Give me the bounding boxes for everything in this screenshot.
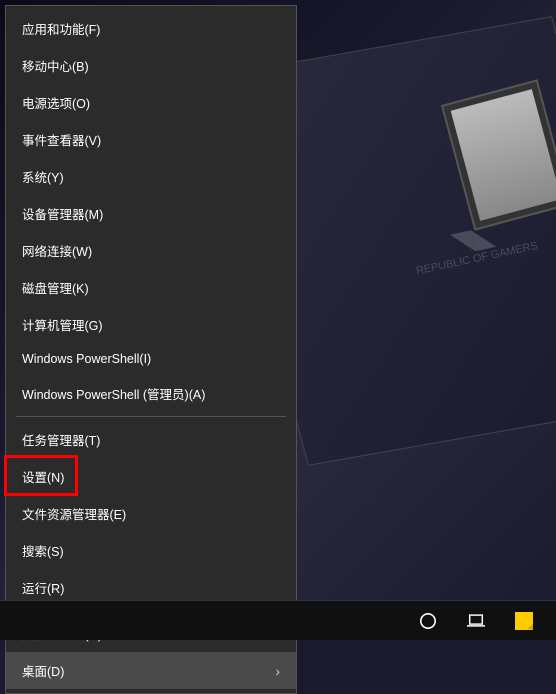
menu-item-label: 运行(R) (22, 578, 64, 597)
menu-item[interactable]: 计算机管理(G) (6, 306, 296, 343)
menu-item[interactable]: Windows PowerShell (管理员)(A) (6, 375, 296, 412)
desktop-photo-frame (441, 79, 556, 230)
menu-item-label: 计算机管理(G) (22, 315, 103, 334)
winx-context-menu: 应用和功能(F) 移动中心(B) 电源选项(O) 事件查看器(V) 系统(Y) 设备管理器… (5, 5, 297, 694)
sticky-notes-icon[interactable] (500, 601, 548, 641)
menu-item[interactable]: 设置(N) (6, 458, 296, 495)
rog-logo: ◥◣ REPUBLIC OF GAMERS (409, 213, 539, 278)
menu-item[interactable]: 任务管理器(T) (6, 421, 296, 458)
desktop-photo (451, 89, 556, 221)
menu-item-label: 文件资源管理器(E) (22, 504, 126, 523)
taskview-icon[interactable] (452, 601, 500, 641)
menu-item-label: 桌面(D) (22, 661, 64, 680)
menu-item-label: 设备管理器(M) (22, 204, 103, 223)
menu-item-label: 网络连接(W) (22, 241, 92, 260)
menu-item[interactable]: 文件资源管理器(E) (6, 495, 296, 532)
menu-item[interactable]: Windows PowerShell(I) (6, 343, 296, 375)
taskbar (0, 600, 556, 640)
menu-item[interactable]: 系统(Y) (6, 158, 296, 195)
menu-item[interactable]: 磁盘管理(K) (6, 269, 296, 306)
menu-item-label: 设置(N) (22, 467, 64, 486)
menu-item[interactable]: 网络连接(W) (6, 232, 296, 269)
menu-item[interactable]: 事件查看器(V) (6, 121, 296, 158)
menu-item-label: 系统(Y) (22, 167, 64, 186)
menu-item-label: 应用和功能(F) (22, 19, 100, 38)
menu-item-label: 电源选项(O) (22, 93, 90, 112)
menu-item-label: 任务管理器(T) (22, 430, 100, 449)
menu-item[interactable]: 桌面(D) › (6, 652, 296, 689)
menu-separator (16, 416, 286, 417)
menu-item-label: 搜索(S) (22, 541, 64, 560)
menu-item[interactable]: 移动中心(B) (6, 47, 296, 84)
menu-item[interactable]: 应用和功能(F) (6, 10, 296, 47)
menu-item-label: 事件查看器(V) (22, 130, 101, 149)
menu-item-label: Windows PowerShell(I) (22, 352, 151, 366)
menu-item-label: Windows PowerShell (管理员)(A) (22, 384, 205, 403)
menu-item[interactable]: 搜索(S) (6, 532, 296, 569)
menu-item[interactable]: 设备管理器(M) (6, 195, 296, 232)
cortana-icon[interactable] (404, 601, 452, 641)
menu-item-label: 磁盘管理(K) (22, 278, 89, 297)
chevron-right-icon: › (275, 663, 280, 679)
menu-item-label: 移动中心(B) (22, 56, 89, 75)
menu-item[interactable]: 电源选项(O) (6, 84, 296, 121)
